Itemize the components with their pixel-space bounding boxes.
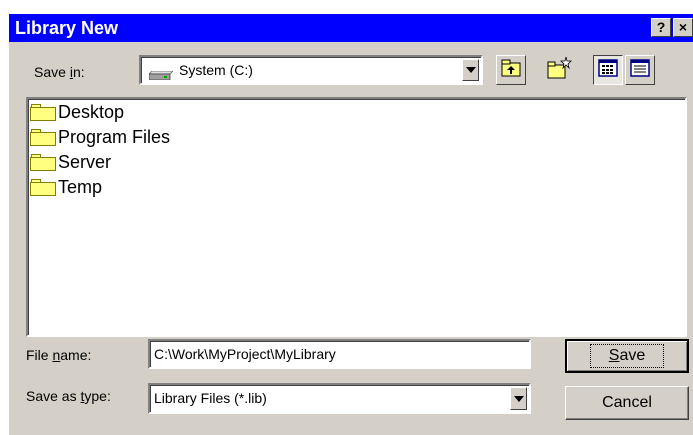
title-bar[interactable]: Library New ? ×	[9, 14, 693, 42]
file-name-label: Temp	[58, 177, 103, 197]
details-view-button[interactable]	[625, 55, 655, 85]
folder-icon	[30, 103, 56, 121]
list-item[interactable]: Server	[30, 150, 111, 174]
chevron-down-icon	[465, 67, 476, 73]
cancel-button[interactable]: Cancel	[565, 386, 689, 420]
close-button[interactable]: ×	[673, 18, 693, 37]
list-view-button[interactable]	[593, 55, 623, 85]
list-item[interactable]: Temp	[30, 175, 102, 199]
folder-icon	[30, 128, 56, 146]
save-dialog: Library New ? × Save in: System (C:) Des…	[8, 13, 693, 435]
save-in-dropdown-button[interactable]	[462, 59, 479, 81]
chevron-down-icon	[513, 395, 524, 402]
window-title: Library New	[15, 18, 119, 38]
file-list[interactable]: Desktop Program Files Server Temp	[26, 97, 687, 337]
list-view-icon	[598, 58, 618, 82]
save-as-type-dropdown-button[interactable]	[510, 387, 527, 410]
save-as-type-select[interactable]: Library Files (*.lib)	[148, 383, 531, 414]
create-new-folder-icon	[546, 56, 572, 85]
file-name-label: Desktop	[58, 102, 125, 122]
save-in-label: Save in:	[34, 64, 85, 80]
hard-drive-icon	[148, 67, 174, 81]
up-one-level-icon	[500, 58, 522, 83]
file-name-label: Program Files	[58, 127, 171, 147]
folder-icon	[30, 153, 56, 171]
file-name-label: File name:	[26, 347, 92, 363]
file-name-input[interactable]: C:\Work\MyProject\MyLibrary	[148, 339, 531, 369]
up-one-level-button[interactable]	[496, 55, 526, 85]
details-view-icon	[630, 58, 650, 82]
list-item[interactable]: Program Files	[30, 125, 170, 149]
create-new-folder-button[interactable]	[544, 55, 574, 85]
file-name-label: Server	[58, 152, 112, 172]
save-in-value: System (C:)	[179, 62, 253, 78]
save-button[interactable]: Save	[565, 339, 689, 373]
folder-icon	[30, 178, 56, 196]
list-item[interactable]: Desktop	[30, 100, 124, 124]
help-button[interactable]: ?	[651, 18, 671, 37]
save-in-combobox[interactable]: System (C:)	[139, 55, 483, 85]
save-as-type-label: Save as type:	[26, 388, 111, 404]
